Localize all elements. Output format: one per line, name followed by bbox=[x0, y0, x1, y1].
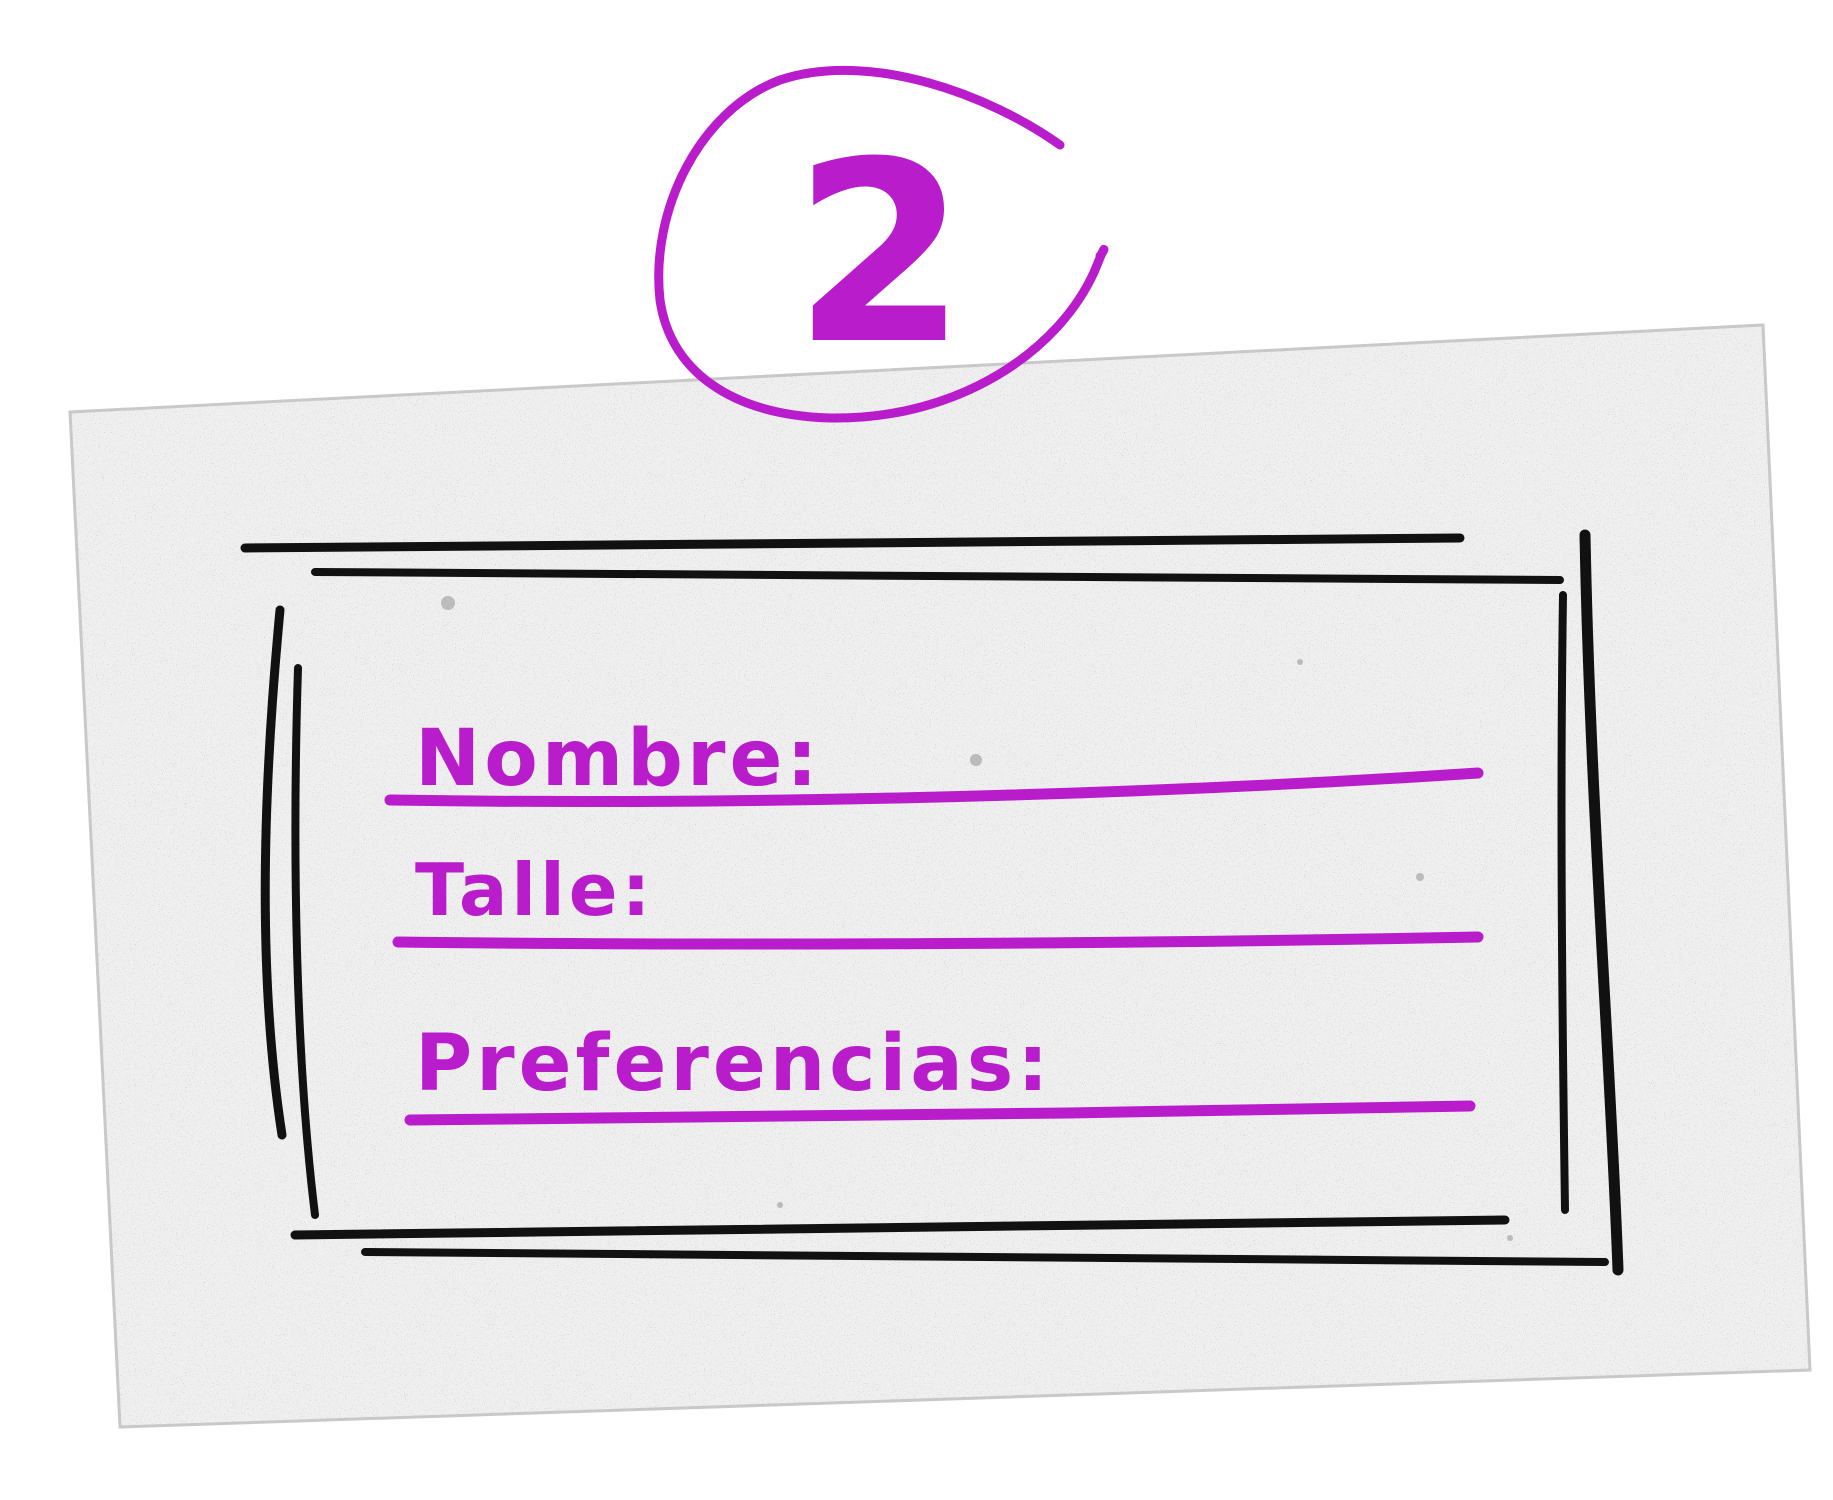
field-label-talle: Talle: bbox=[415, 848, 654, 932]
step-number: 2 bbox=[793, 108, 967, 399]
sketch-stage: 2 Nombre: Talle: Preferencias: bbox=[0, 0, 1833, 1500]
field-label-preferencias: Preferencias: bbox=[415, 1019, 1053, 1109]
sketch-canvas: 2 Nombre: Talle: Preferencias: bbox=[68, 65, 1812, 1429]
field-label-nombre: Nombre: bbox=[415, 714, 822, 804]
